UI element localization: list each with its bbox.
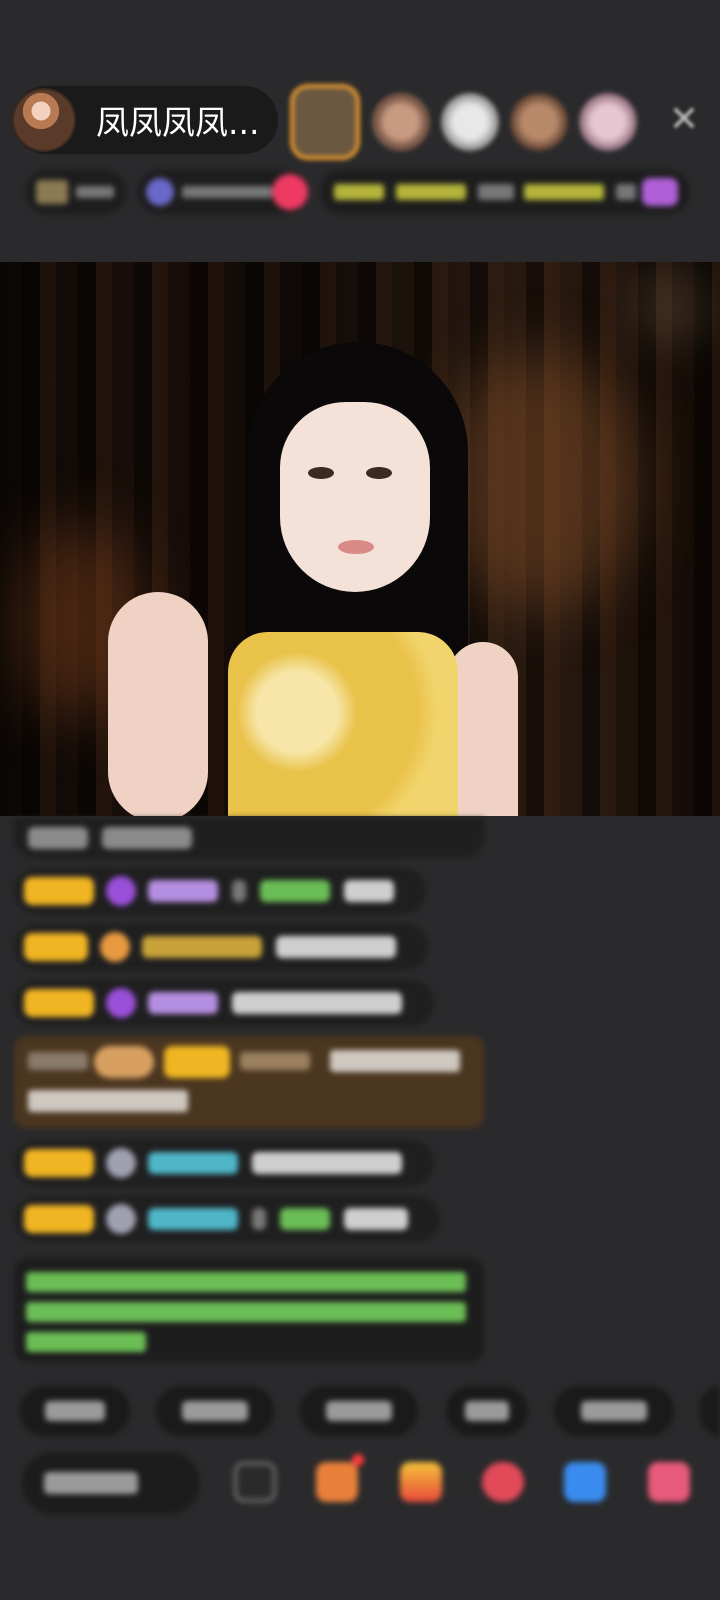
viewer-avatar[interactable]	[290, 84, 360, 160]
level-chip[interactable]	[26, 170, 126, 214]
chat-feed[interactable]	[14, 818, 494, 1362]
close-icon[interactable]: ✕	[664, 100, 704, 140]
gift-icon[interactable]	[400, 1462, 442, 1502]
chat-message	[14, 980, 434, 1026]
bottom-action-bar	[0, 1452, 720, 1522]
fan-badge	[24, 877, 94, 905]
rank-chip[interactable]	[320, 170, 690, 214]
emoji-icon[interactable]	[234, 1462, 276, 1502]
quick-reply-button[interactable]	[20, 1386, 130, 1436]
quick-reply-button[interactable]	[156, 1386, 274, 1436]
fan-badge	[24, 1205, 94, 1233]
fan-badge	[24, 989, 94, 1017]
live-video[interactable]	[0, 262, 720, 816]
quick-reply-button[interactable]	[300, 1386, 418, 1436]
game-icon[interactable]	[482, 1462, 524, 1502]
chat-message	[14, 818, 484, 858]
popularity-chip[interactable]	[138, 170, 308, 214]
share-icon[interactable]	[564, 1462, 606, 1502]
host-avatar[interactable]	[12, 88, 76, 152]
quick-reply-button[interactable]	[446, 1386, 528, 1436]
chat-message	[14, 1140, 434, 1186]
system-notice	[14, 1258, 484, 1362]
viewer-avatar[interactable]	[441, 93, 499, 151]
fan-badge	[24, 1149, 94, 1177]
gift-announcement	[14, 1036, 484, 1128]
room-info-row	[0, 170, 720, 220]
chat-message	[14, 1196, 440, 1242]
fan-badge	[24, 933, 88, 961]
viewer-avatar[interactable]	[372, 93, 430, 151]
viewer-avatar[interactable]	[579, 93, 637, 151]
say-something-input[interactable]	[22, 1452, 200, 1514]
quick-reply-button[interactable]	[554, 1386, 674, 1436]
chat-message	[14, 868, 426, 914]
host-name: 凤凤凤凤...	[96, 103, 260, 142]
quick-reply-button[interactable]	[700, 1386, 720, 1436]
top-viewers-list	[290, 84, 648, 160]
host-info-pill[interactable]: 凤凤凤凤...	[12, 86, 278, 154]
more-icon[interactable]	[648, 1462, 690, 1502]
notification-dot	[352, 1454, 364, 1466]
gift-box-icon[interactable]	[316, 1462, 358, 1502]
streamer	[108, 342, 528, 816]
chat-message	[14, 924, 428, 970]
viewer-avatar[interactable]	[510, 93, 568, 151]
quick-replies-bar	[20, 1386, 720, 1436]
